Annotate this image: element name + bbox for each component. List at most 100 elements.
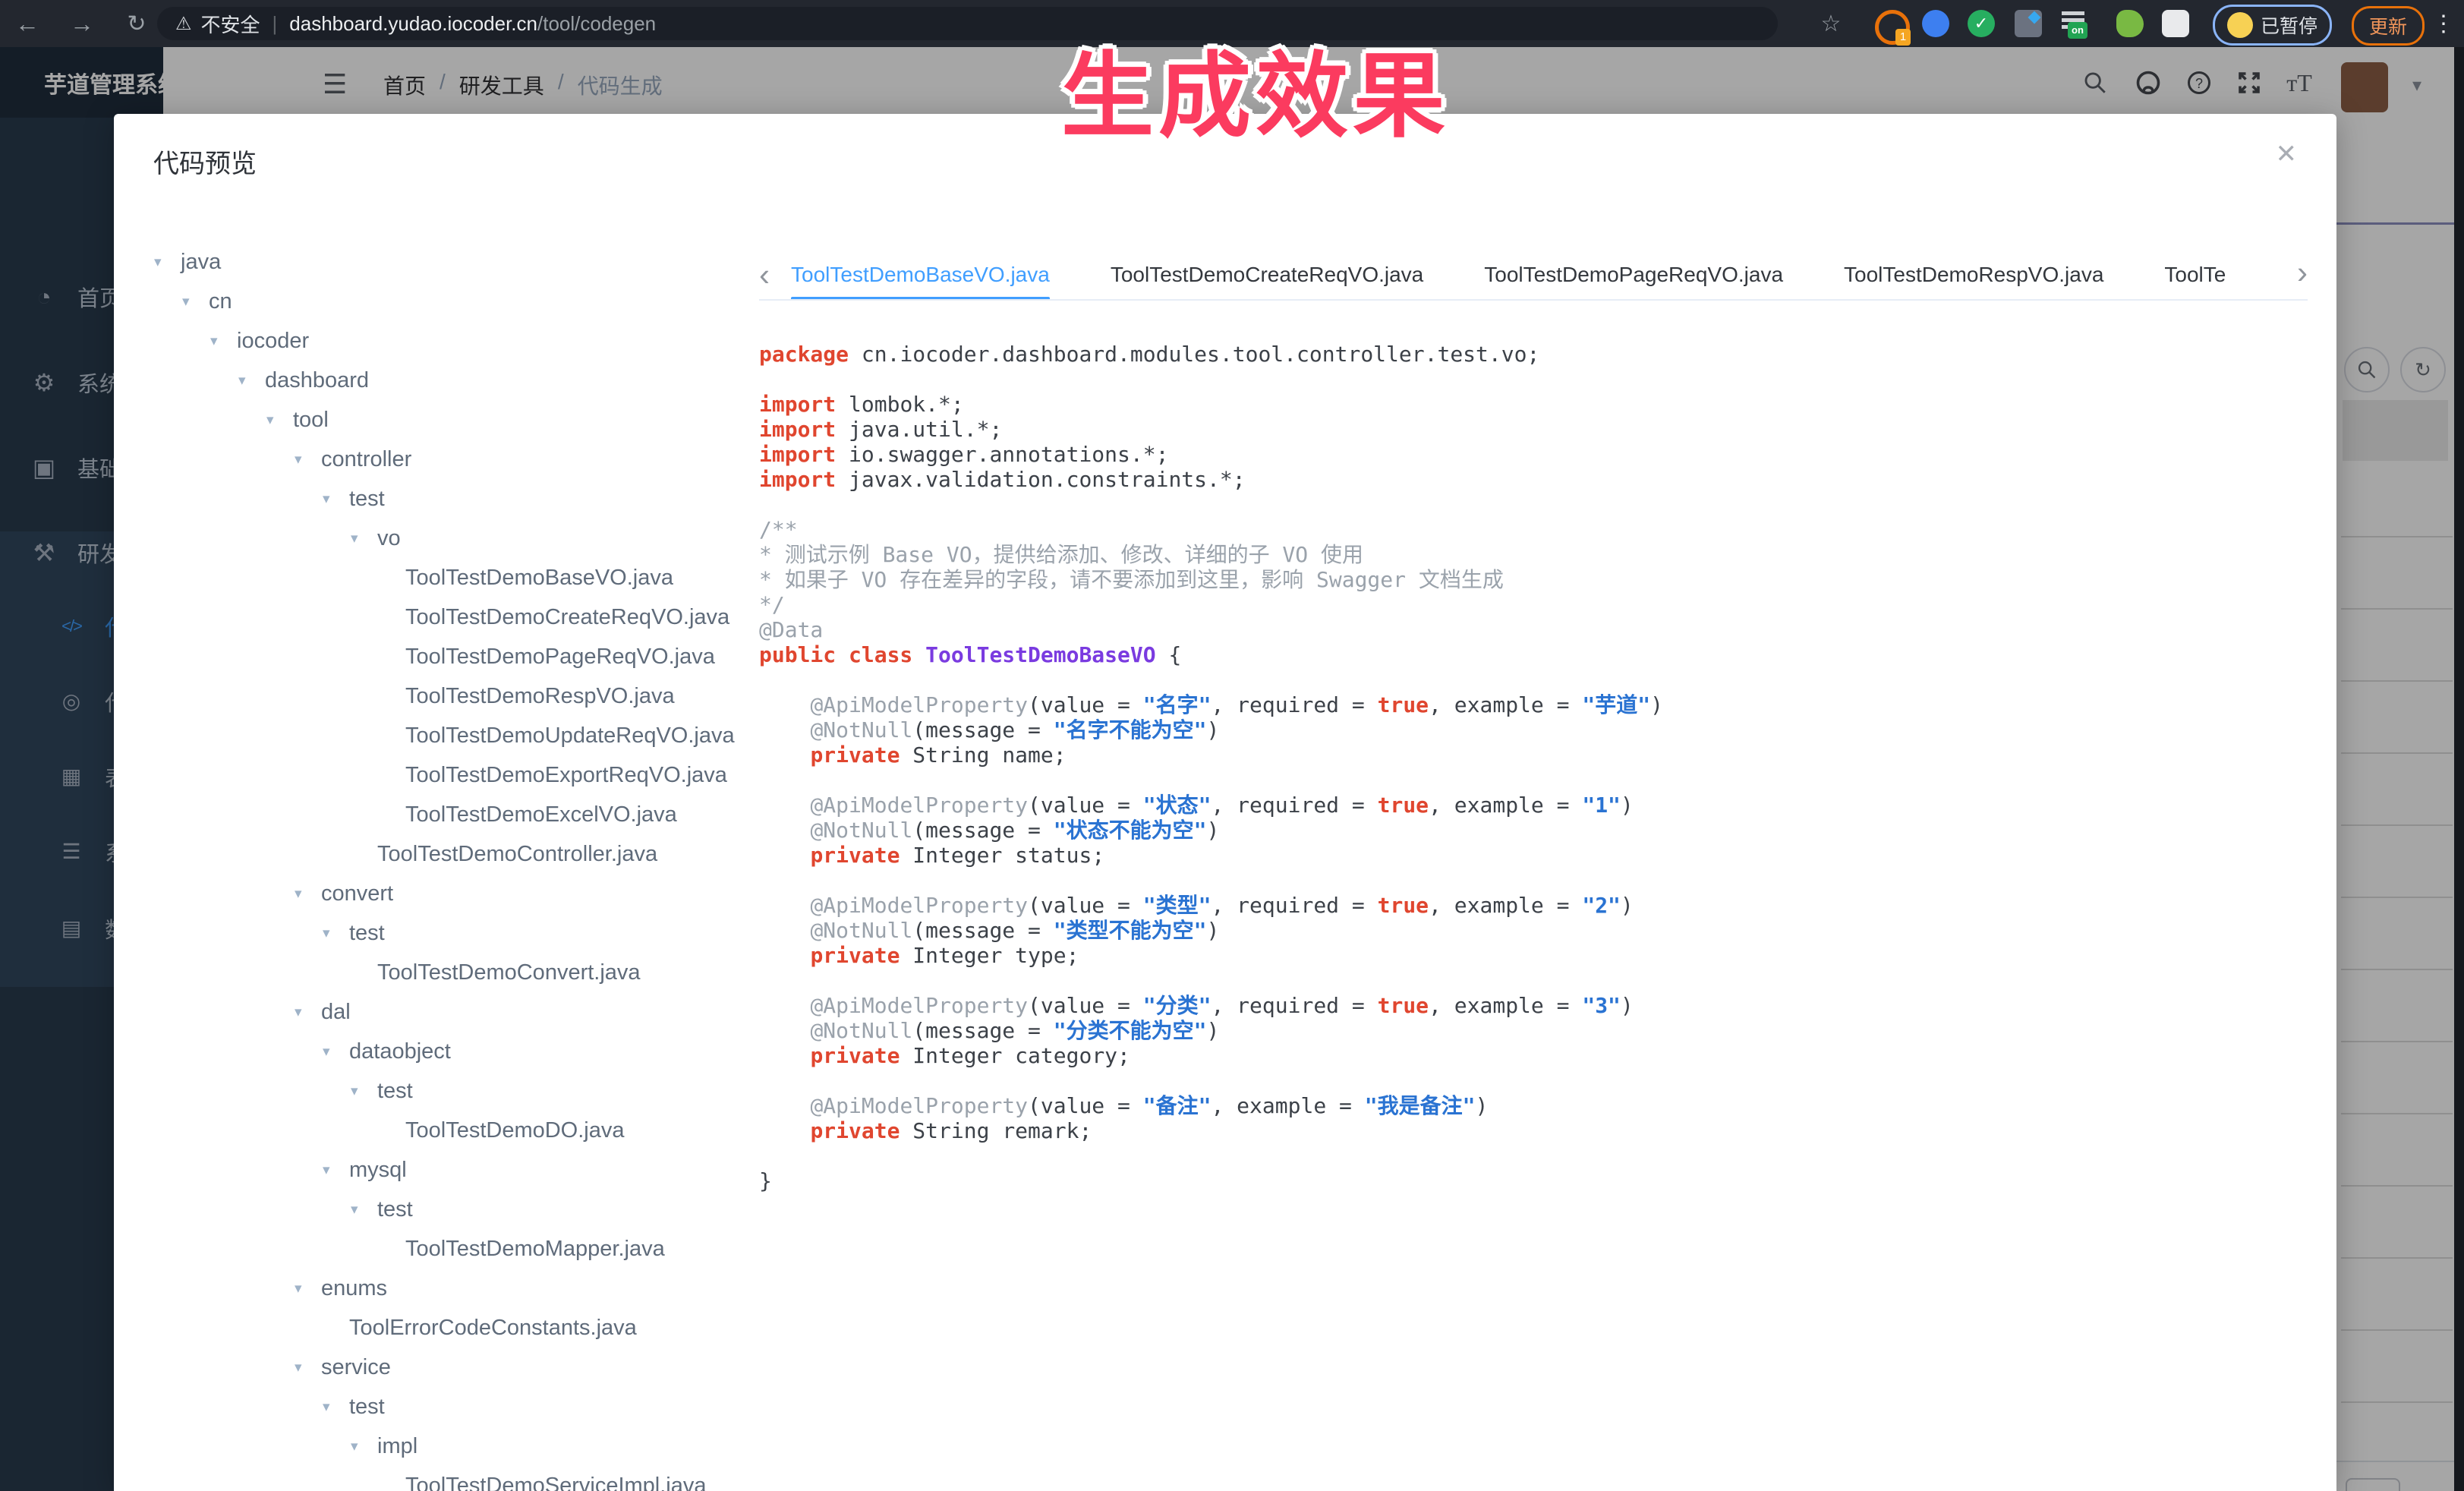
browser-back-icon[interactable]: ←	[11, 0, 44, 47]
tree-folder-node[interactable]: ▾vo	[140, 519, 755, 558]
caret-down-icon[interactable]: ▾	[323, 490, 349, 508]
tab-0[interactable]: ToolTestDemoBaseVO.java	[791, 251, 1050, 299]
tree-file-node[interactable]: ▾ToolTestDemoServiceImpl.java	[140, 1466, 755, 1491]
caret-down-icon[interactable]: ▾	[295, 885, 321, 903]
tree-folder-node[interactable]: ▾dataobject	[140, 1032, 755, 1071]
extension-icon-1[interactable]: 1	[1875, 10, 1910, 45]
extension-icon-5[interactable]: on	[2060, 10, 2087, 37]
code-line: @ApiModelProperty(value = "名字", required…	[759, 692, 2323, 717]
tree-folder-node[interactable]: ▾iocoder	[140, 321, 755, 361]
code-line	[759, 868, 2323, 893]
caret-down-icon[interactable]: ▾	[323, 1398, 349, 1416]
address-separator: |	[273, 12, 278, 36]
caret-down-icon[interactable]: ▾	[323, 1043, 349, 1061]
extension-on-badge: on	[2068, 22, 2087, 39]
code-line	[759, 768, 2323, 793]
tree-folder-node[interactable]: ▾test	[140, 913, 755, 953]
tree-folder-node[interactable]: ▾tool	[140, 400, 755, 440]
code-line: * 测试示例 Base VO，提供给添加、修改、详细的子 VO 使用	[759, 542, 2323, 567]
update-label: 更新	[2369, 12, 2407, 39]
browser-menu-icon[interactable]: ⋮	[2432, 11, 2455, 37]
code-line: import lombok.*;	[759, 392, 2323, 417]
caret-down-icon[interactable]: ▾	[351, 1083, 377, 1100]
browser-update-button[interactable]: 更新	[2352, 6, 2425, 46]
caret-down-icon[interactable]: ▾	[323, 925, 349, 942]
tree-folder-node[interactable]: ▾dal	[140, 992, 755, 1032]
tree-node-label: dataobject	[349, 1039, 451, 1064]
code-line: @NotNull(message = "分类不能为空")	[759, 1018, 2323, 1043]
tree-file-node[interactable]: ▾ToolTestDemoMapper.java	[140, 1229, 755, 1269]
caret-down-icon[interactable]: ▾	[351, 1438, 377, 1455]
browser-reload-icon[interactable]: ↻	[120, 0, 153, 47]
tab-4[interactable]: ToolTe	[2164, 251, 2226, 299]
extension-icon-3[interactable]: ✓	[1968, 10, 1995, 37]
tree-folder-node[interactable]: ▾test	[140, 1190, 755, 1229]
caret-down-icon[interactable]: ▾	[238, 372, 265, 389]
tree-file-node[interactable]: ▾ToolTestDemoUpdateReqVO.java	[140, 716, 755, 755]
extension-icon-6[interactable]	[2116, 10, 2144, 37]
tab-2[interactable]: ToolTestDemoPageReqVO.java	[1484, 251, 1783, 299]
tree-node-label: ToolTestDemoConvert.java	[377, 960, 641, 985]
tree-node-label: ToolErrorCodeConstants.java	[349, 1316, 637, 1341]
tree-folder-node[interactable]: ▾mysql	[140, 1150, 755, 1190]
tree-folder-node[interactable]: ▾java	[140, 242, 755, 282]
file-tabs: ‹ ToolTestDemoBaseVO.java ToolTestDemoCre…	[759, 251, 2308, 301]
tree-node-label: iocoder	[237, 329, 309, 354]
code-line: @Data	[759, 617, 2323, 642]
tree-folder-node[interactable]: ▾test	[140, 1387, 755, 1426]
caret-down-icon[interactable]: ▾	[323, 1162, 349, 1179]
code-line: private Integer type;	[759, 943, 2323, 968]
code-line: import java.util.*;	[759, 417, 2323, 442]
caret-down-icon[interactable]: ▾	[154, 254, 181, 271]
tree-node-label: ToolTestDemoMapper.java	[405, 1237, 665, 1262]
profile-chip[interactable]: 已暂停	[2213, 5, 2332, 46]
tree-file-node[interactable]: ▾ToolErrorCodeConstants.java	[140, 1308, 755, 1348]
bookmark-star-icon[interactable]: ☆	[1814, 0, 1848, 47]
caret-down-icon[interactable]: ▾	[351, 1201, 377, 1218]
browser-forward-icon[interactable]: →	[65, 0, 99, 47]
tab-3[interactable]: ToolTestDemoRespVO.java	[1844, 251, 2103, 299]
tree-folder-node[interactable]: ▾test	[140, 479, 755, 519]
tree-folder-node[interactable]: ▾controller	[140, 440, 755, 479]
caret-down-icon[interactable]: ▾	[295, 451, 321, 468]
caret-down-icon[interactable]: ▾	[210, 333, 237, 350]
tree-folder-node[interactable]: ▾impl	[140, 1426, 755, 1466]
tabs-scroll-left-icon[interactable]: ‹	[759, 259, 770, 291]
tree-file-node[interactable]: ▾ToolTestDemoRespVO.java	[140, 676, 755, 716]
tree-file-node[interactable]: ▾ToolTestDemoExportReqVO.java	[140, 755, 755, 795]
code-viewer[interactable]: package cn.iocoder.dashboard.modules.too…	[759, 342, 2323, 1480]
tab-1[interactable]: ToolTestDemoCreateReqVO.java	[1111, 251, 1423, 299]
tree-folder-node[interactable]: ▾service	[140, 1348, 755, 1387]
caret-down-icon[interactable]: ▾	[351, 530, 377, 547]
tree-folder-node[interactable]: ▾cn	[140, 282, 755, 321]
close-icon[interactable]: ✕	[2276, 141, 2298, 167]
tree-file-node[interactable]: ▾ToolTestDemoBaseVO.java	[140, 558, 755, 597]
caret-down-icon[interactable]: ▾	[295, 1359, 321, 1376]
code-line	[759, 968, 2323, 993]
tree-file-node[interactable]: ▾ToolTestDemoCreateReqVO.java	[140, 597, 755, 637]
extension-badge: 1	[1895, 29, 1911, 46]
tree-file-node[interactable]: ▾ToolTestDemoDO.java	[140, 1111, 755, 1150]
extension-icon-4[interactable]	[2015, 10, 2042, 37]
caret-down-icon[interactable]: ▾	[295, 1280, 321, 1297]
tree-node-label: convert	[321, 881, 393, 906]
tree-folder-node[interactable]: ▾convert	[140, 874, 755, 913]
code-line: private String remark;	[759, 1118, 2323, 1143]
tree-file-node[interactable]: ▾ToolTestDemoPageReqVO.java	[140, 637, 755, 676]
tree-file-node[interactable]: ▾ToolTestDemoController.java	[140, 834, 755, 874]
address-bar[interactable]: ⚠ 不安全 | dashboard.yudao.iocoder.cn/tool/…	[157, 7, 1778, 40]
caret-down-icon[interactable]: ▾	[295, 1004, 321, 1021]
extensions-puzzle-icon[interactable]	[2162, 10, 2189, 37]
code-line	[759, 1143, 2323, 1168]
tree-folder-node[interactable]: ▾dashboard	[140, 361, 755, 400]
tree-node-label: ToolTestDemoController.java	[377, 842, 657, 867]
tree-file-node[interactable]: ▾ToolTestDemoExcelVO.java	[140, 795, 755, 834]
tabs-scroll-right-icon[interactable]: ›	[2291, 257, 2308, 288]
caret-down-icon[interactable]: ▾	[266, 411, 293, 429]
tree-file-node[interactable]: ▾ToolTestDemoConvert.java	[140, 953, 755, 992]
tree-folder-node[interactable]: ▾test	[140, 1071, 755, 1111]
caret-down-icon[interactable]: ▾	[182, 293, 209, 310]
extension-icon-2[interactable]	[1922, 10, 1949, 37]
tree-folder-node[interactable]: ▾enums	[140, 1269, 755, 1308]
code-line: }	[759, 1168, 2323, 1193]
